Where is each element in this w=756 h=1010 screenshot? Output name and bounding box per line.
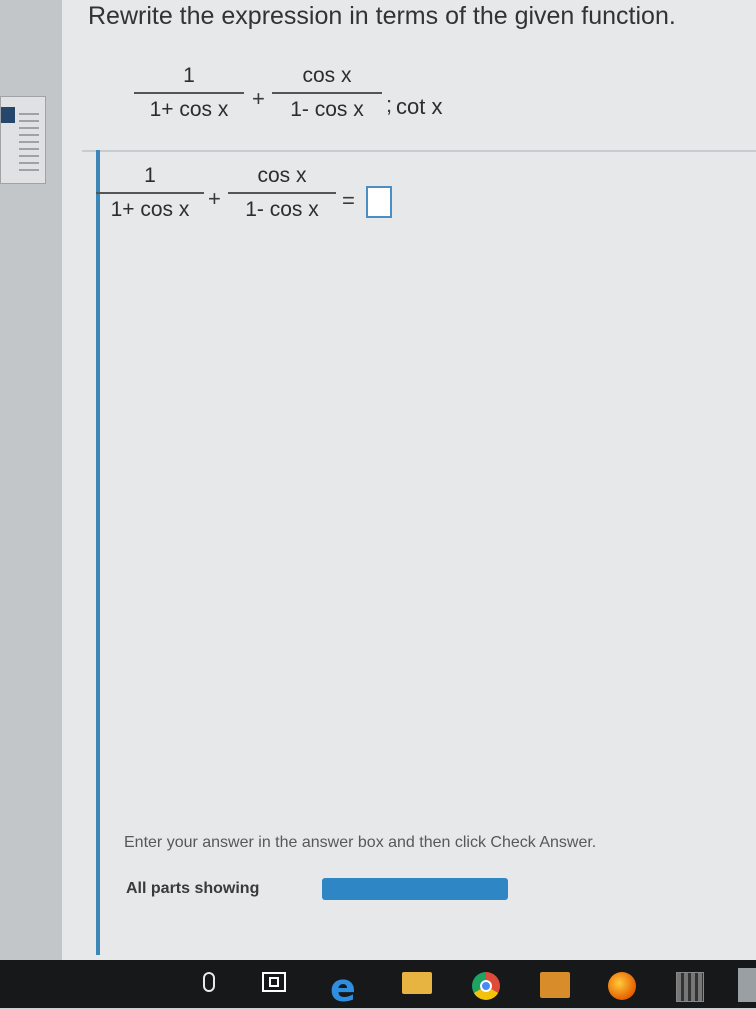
answer-area-border: [96, 150, 100, 955]
store-icon[interactable]: [540, 972, 570, 998]
given-plus-sign: +: [252, 86, 265, 111]
question-panel: [62, 0, 756, 960]
given-fraction-2: cos x 1- cos x: [272, 64, 382, 122]
equation-frac2-denominator: 1- cos x: [245, 198, 319, 221]
equation-frac2-numerator: cos x: [257, 164, 307, 187]
left-sidebar: [0, 0, 62, 1008]
firefox-icon[interactable]: [608, 972, 636, 1000]
calculator-icon[interactable]: [676, 972, 704, 1002]
given-frac2-denominator: 1- cos x: [290, 98, 364, 121]
microphone-icon[interactable]: [203, 972, 215, 992]
edge-icon[interactable]: e: [330, 966, 356, 1010]
equation-fraction-1: 1 1+ cos x: [96, 164, 204, 222]
equation-frac1-denominator: 1+ cos x: [110, 198, 190, 221]
chrome-icon[interactable]: [472, 972, 500, 1000]
file-explorer-icon[interactable]: [402, 972, 432, 994]
given-separator: ;: [386, 92, 393, 117]
document-lines-icon: [19, 113, 39, 173]
progress-bar: [322, 878, 508, 900]
given-frac1-denominator: 1+ cos x: [149, 98, 229, 121]
section-divider: [82, 150, 756, 152]
answer-input-box[interactable]: [366, 186, 392, 218]
show-desktop-button[interactable]: [738, 968, 756, 1002]
answer-instruction: Enter your answer in the answer box and …: [124, 834, 597, 851]
bookmark-tab-icon: [1, 107, 15, 123]
given-frac1-numerator: 1: [183, 64, 195, 87]
given-frac2-numerator: cos x: [302, 64, 352, 87]
equation-plus-sign: +: [208, 186, 221, 211]
equals-sign: =: [342, 188, 355, 213]
given-function: cot x: [396, 94, 443, 119]
task-view-icon[interactable]: [262, 972, 286, 992]
equation-fraction-2: cos x 1- cos x: [228, 164, 336, 222]
question-prompt: Rewrite the expression in terms of the g…: [88, 2, 676, 30]
given-fraction-1: 1 1+ cos x: [134, 64, 244, 122]
document-thumbnail[interactable]: [0, 96, 46, 184]
parts-showing-label: All parts showing: [126, 880, 260, 897]
equation-frac1-numerator: 1: [144, 164, 156, 187]
taskbar: [0, 960, 756, 1008]
